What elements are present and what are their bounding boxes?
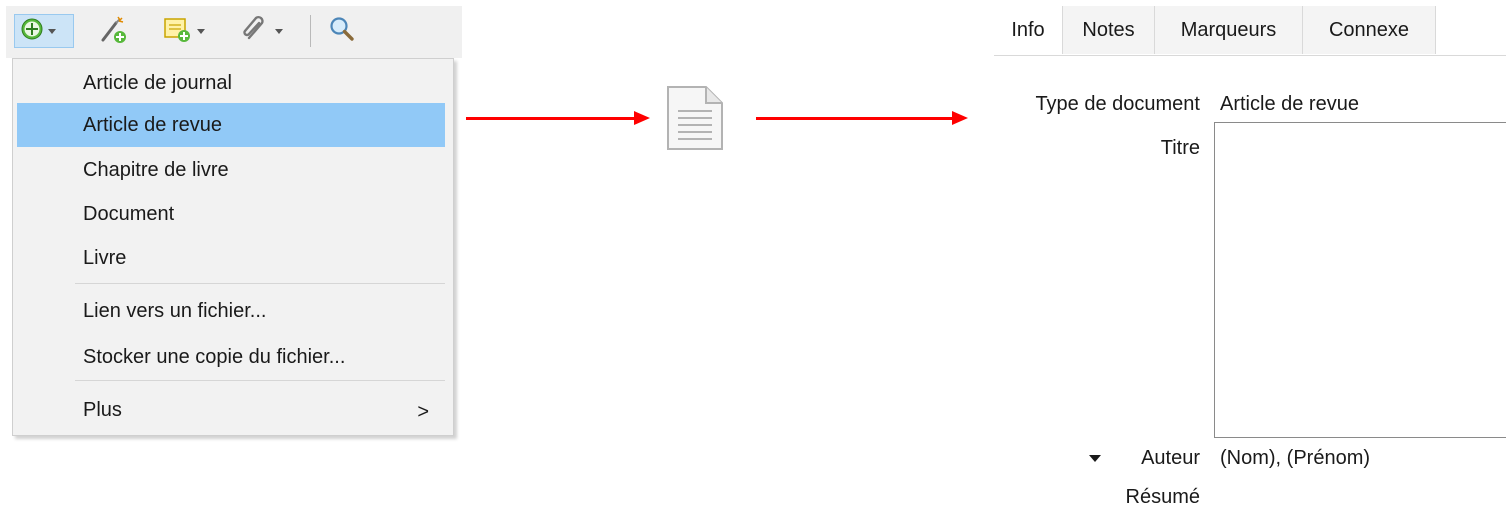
chevron-down-icon [48, 28, 56, 34]
toolbar [6, 6, 462, 58]
tab-label: Info [1011, 18, 1045, 41]
menu-item-label: Chapitre de livre [83, 158, 229, 181]
flow-arrow-2 [756, 111, 968, 125]
menu-item-store-file-copy[interactable]: Stocker une copie du fichier... [17, 335, 445, 379]
tab-label: Notes [1082, 18, 1135, 41]
add-by-identifier-button[interactable] [98, 14, 132, 48]
item-type-value[interactable]: Article de revue [1220, 93, 1359, 116]
chevron-down-icon [197, 28, 205, 34]
attachment-button[interactable] [240, 14, 296, 48]
new-item-icon [21, 18, 43, 45]
flow-arrow-1 [466, 111, 650, 125]
title-label: Titre [1160, 137, 1200, 159]
abstract-label: Résumé [1125, 486, 1200, 508]
menu-separator [75, 283, 445, 284]
tab-notes[interactable]: Notes [1062, 6, 1154, 54]
menu-item-label: Lien vers un fichier... [83, 299, 267, 322]
chevron-down-icon[interactable] [1089, 455, 1101, 462]
menu-item-livre[interactable]: Livre [17, 236, 445, 280]
search-button[interactable] [328, 14, 362, 48]
menu-item-label: Article de revue [83, 113, 222, 136]
add-by-identifier-icon [98, 14, 128, 49]
attachment-icon [240, 15, 270, 48]
menu-item-label: Document [83, 202, 175, 225]
menu-item-document[interactable]: Document [17, 192, 445, 236]
chevron-right-icon: > [417, 401, 429, 423]
menu-item-label: Livre [83, 246, 127, 269]
tab-label: Connexe [1328, 18, 1410, 41]
menu-item-label: Plus [83, 398, 122, 421]
menu-item-article-de-revue[interactable]: Article de revue [17, 103, 445, 147]
new-note-button[interactable] [162, 14, 212, 48]
toolbar-divider [310, 15, 311, 47]
tab-label: Marqueurs [1180, 18, 1277, 41]
item-type-label: Type de document [1035, 93, 1200, 115]
menu-separator [75, 380, 445, 381]
menu-item-label: Stocker une copie du fichier... [83, 345, 346, 368]
chevron-down-icon [275, 28, 283, 34]
new-item-menu: Article de journal Article de revue Chap… [12, 58, 454, 436]
tab-info[interactable]: Info [994, 6, 1062, 54]
item-pane-tabs: Info Notes Marqueurs Connexe [994, 6, 1506, 56]
menu-item-link-to-file[interactable]: Lien vers un fichier... [17, 289, 445, 333]
new-item-button[interactable] [14, 14, 74, 48]
search-icon [328, 15, 356, 48]
menu-item-article-de-journal[interactable]: Article de journal [17, 61, 445, 105]
author-label: Auteur [1141, 447, 1200, 469]
tab-connexe[interactable]: Connexe [1302, 6, 1436, 54]
title-field[interactable] [1214, 122, 1506, 438]
new-note-icon [162, 15, 192, 48]
document-icon [666, 85, 724, 156]
author-value[interactable]: (Nom), (Prénom) [1220, 447, 1370, 470]
menu-item-chapitre-de-livre[interactable]: Chapitre de livre [17, 148, 445, 192]
tab-marqueurs[interactable]: Marqueurs [1154, 6, 1302, 54]
menu-item-more[interactable]: Plus > [17, 388, 445, 432]
menu-item-label: Article de journal [83, 71, 232, 94]
